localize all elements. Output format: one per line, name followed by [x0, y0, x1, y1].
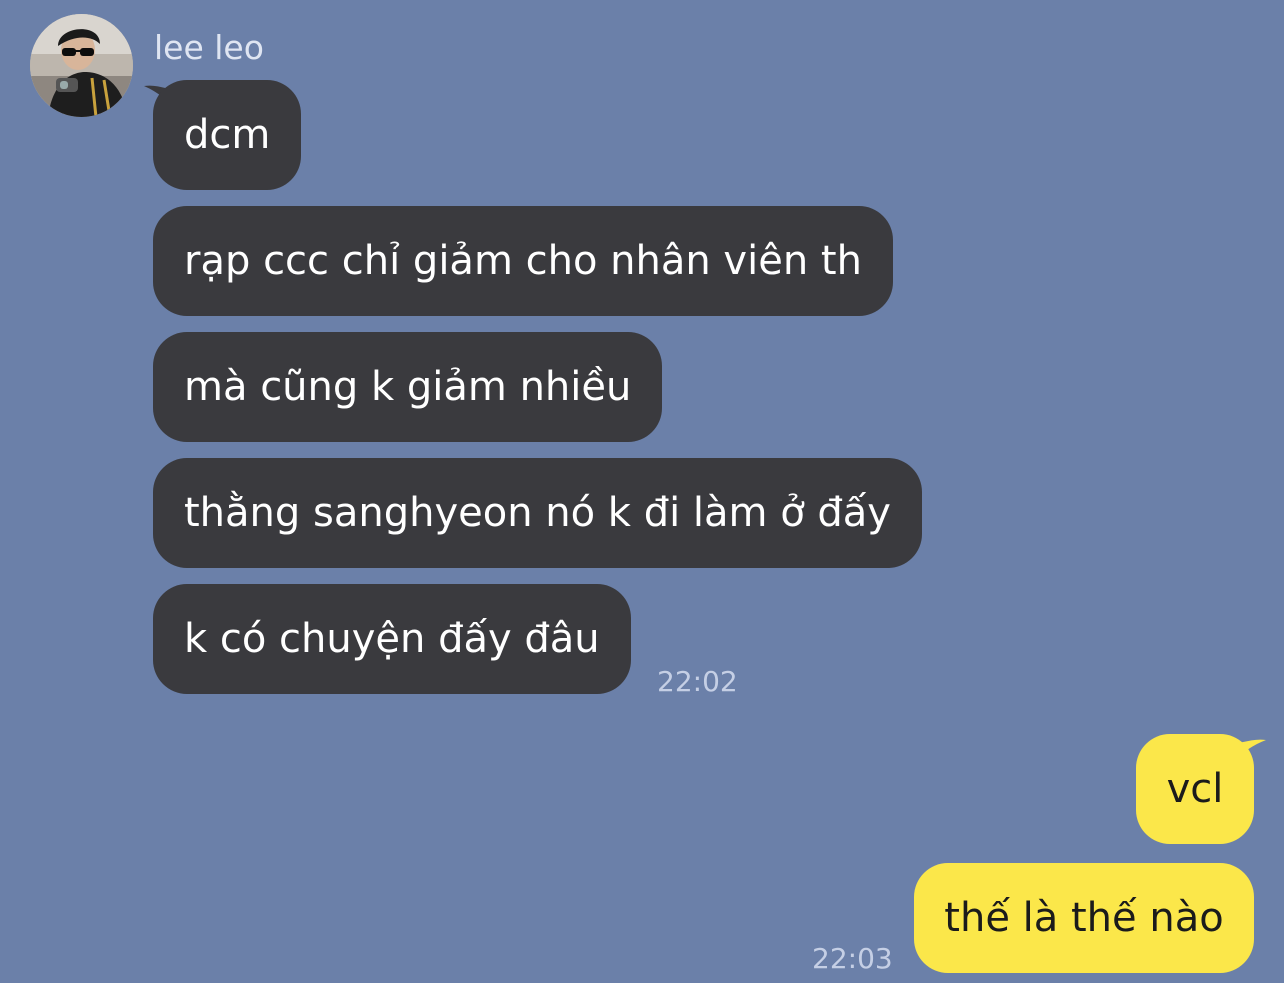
incoming-message[interactable]: rạp ccc chỉ giảm cho nhân viên th: [153, 206, 893, 316]
outgoing-message[interactable]: thế là thế nào: [914, 863, 1254, 973]
avatar-photo: [30, 14, 133, 117]
incoming-message[interactable]: mà cũng k giảm nhiều: [153, 332, 663, 442]
incoming-message[interactable]: k có chuyện đấy đâu: [153, 584, 631, 694]
incoming-timestamp: 22:02: [657, 665, 738, 698]
incoming-message[interactable]: thằng sanghyeon nó k đi làm ở đấy: [153, 458, 922, 568]
outgoing-message[interactable]: vcl: [1136, 734, 1254, 844]
outgoing-timestamp: 22:03: [812, 942, 893, 975]
incoming-message[interactable]: dcm: [153, 80, 302, 190]
avatar[interactable]: [30, 14, 133, 117]
sender-name: lee leo: [154, 28, 264, 67]
